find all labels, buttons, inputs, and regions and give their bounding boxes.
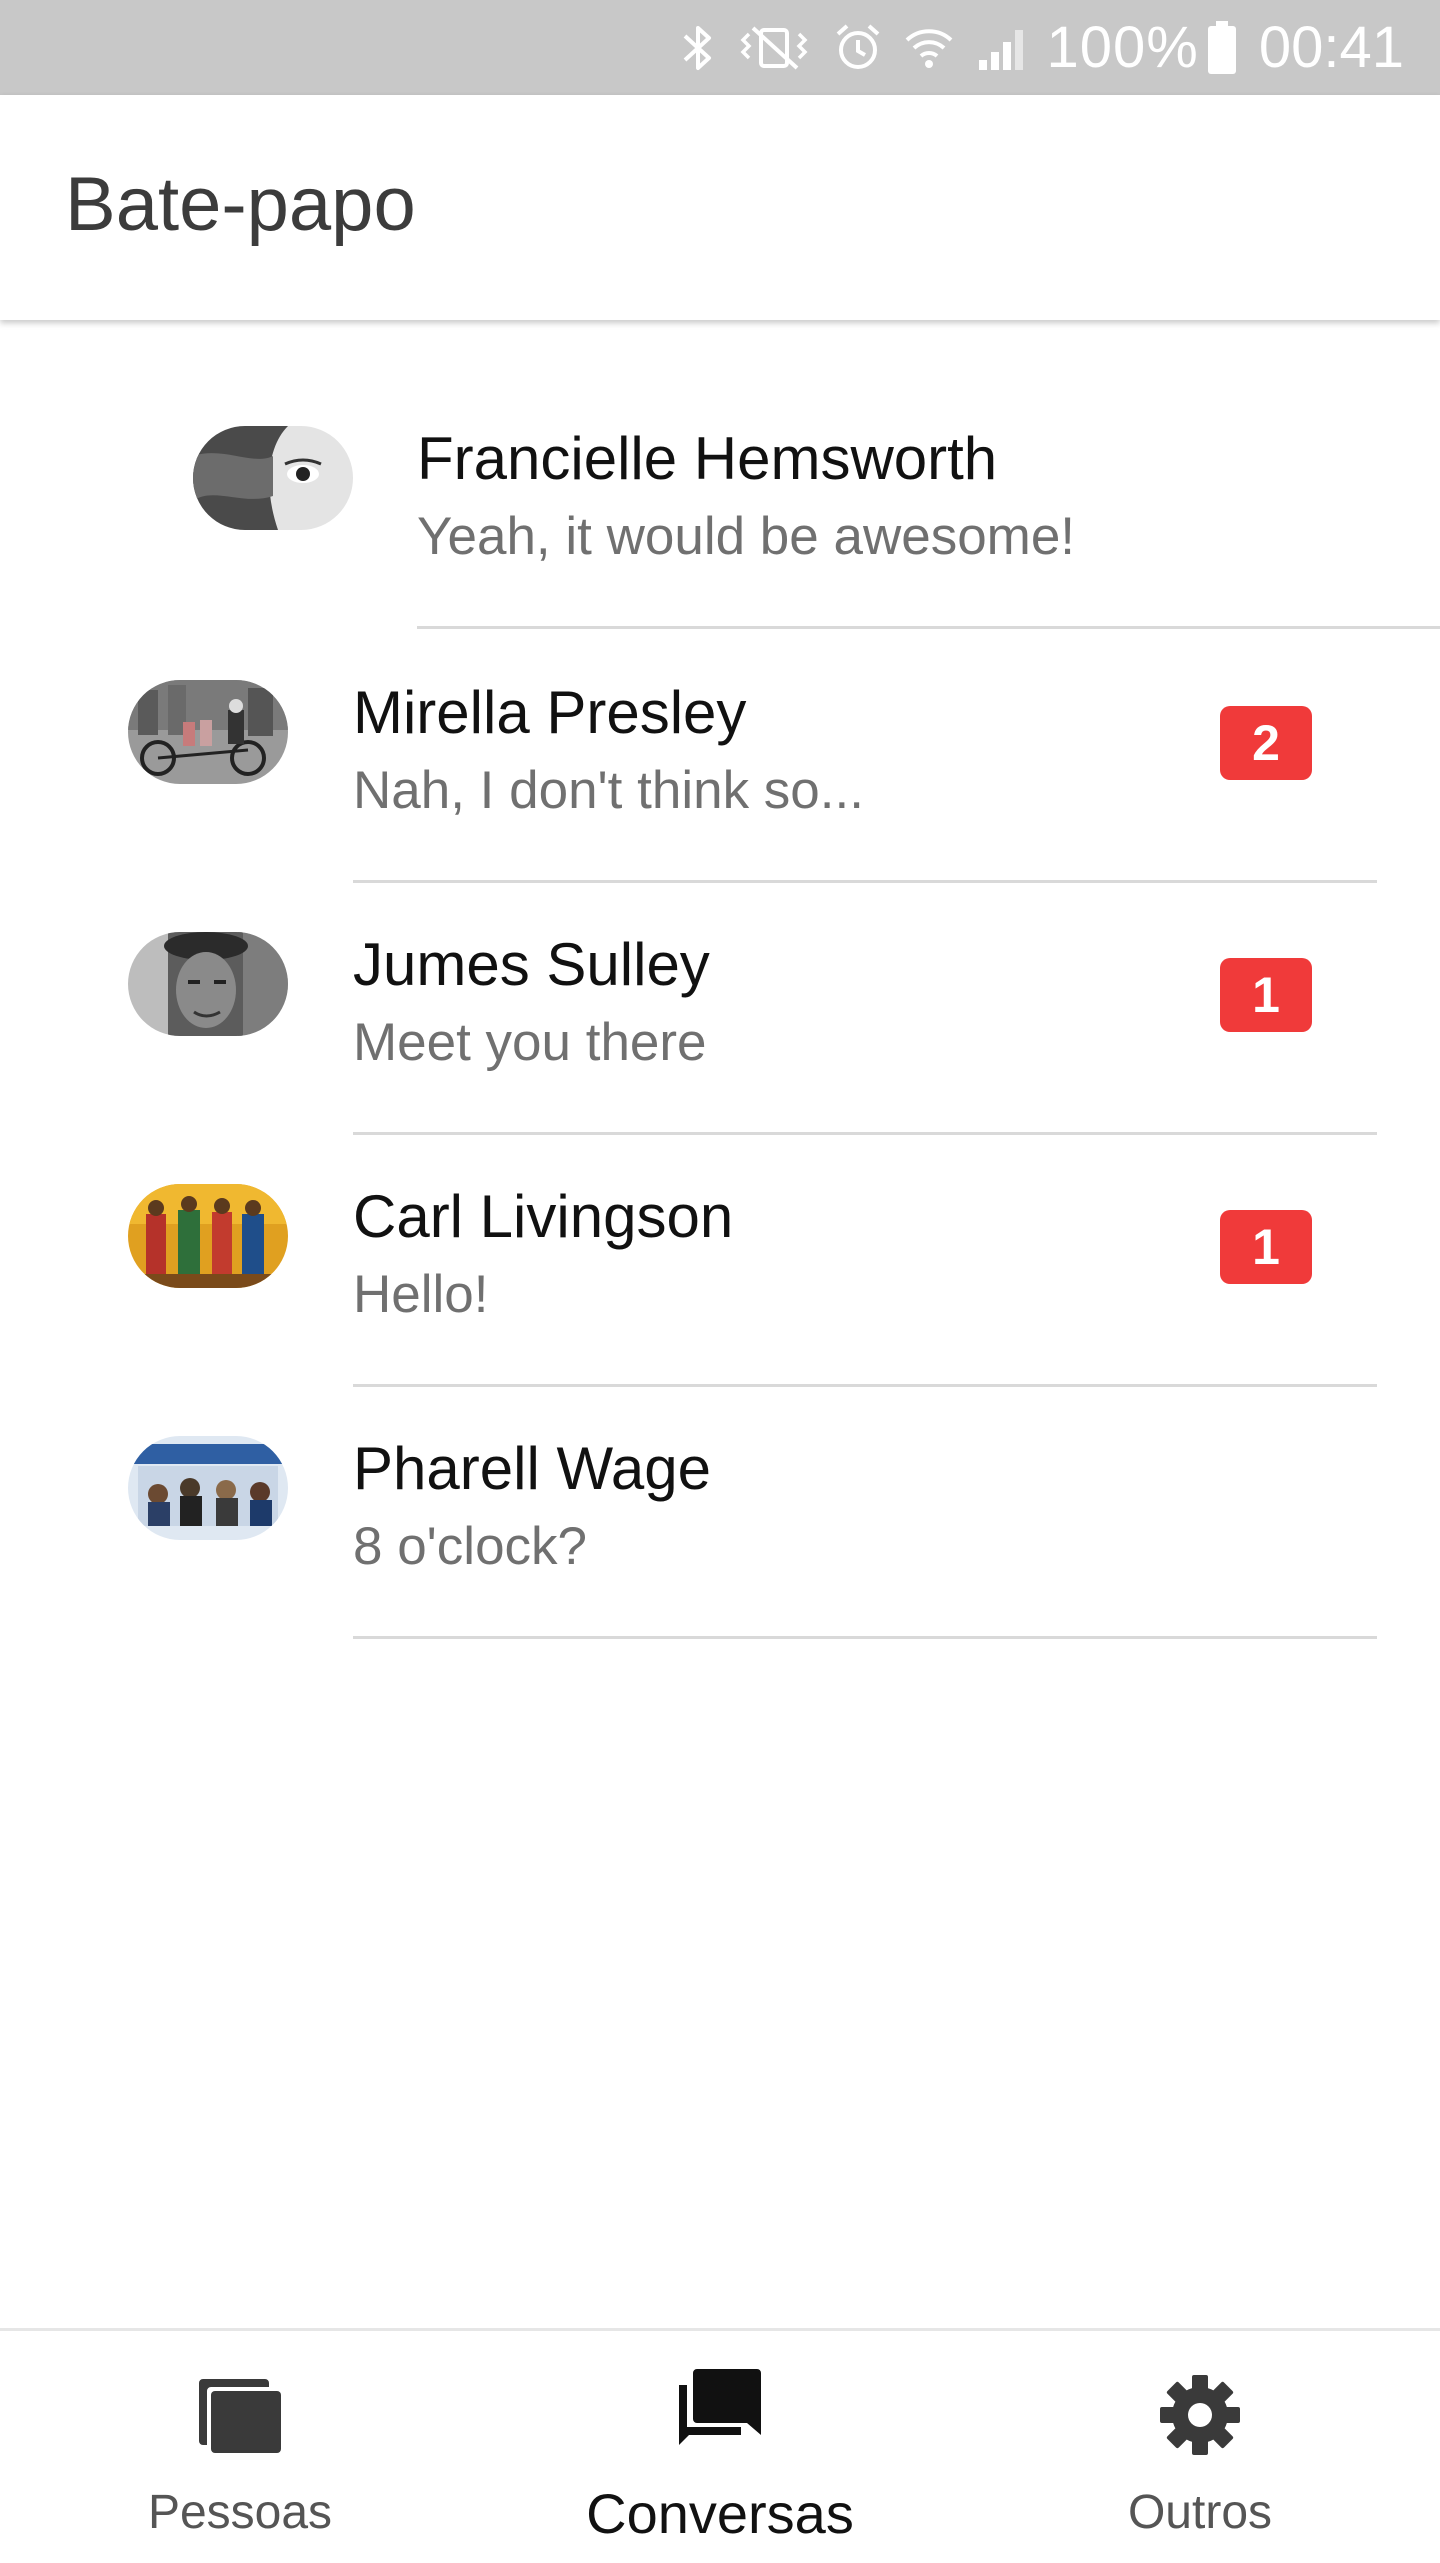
unread-badge: 2 <box>1220 706 1312 780</box>
conversation-name: Carl Livingson <box>353 1183 734 1250</box>
avatar <box>128 932 288 1036</box>
tab-pessoas[interactable]: Pessoas <box>0 2331 480 2563</box>
divider <box>353 1384 1377 1387</box>
wifi-icon <box>905 28 952 68</box>
people-stack-icon <box>199 2379 281 2453</box>
conversation-preview: Nah, I don't think so... <box>353 761 864 820</box>
page-title: Bate-papo <box>65 162 416 247</box>
divider <box>353 1636 1377 1639</box>
status-icons <box>681 22 1029 74</box>
conversation-preview: Meet you there <box>353 1013 707 1072</box>
conversation-name: Francielle Hemsworth <box>417 425 998 492</box>
conversation-item[interactable]: Francielle Hemsworth Yeah, it would be a… <box>0 382 1440 634</box>
battery-percent: 100% <box>1046 15 1199 80</box>
conversation-name: Pharell Wage <box>353 1435 711 1502</box>
battery-icon <box>1207 20 1236 74</box>
unread-badge: 1 <box>1220 958 1312 1032</box>
divider <box>417 626 1440 629</box>
tab-label: Conversas <box>586 2482 854 2545</box>
avatar <box>128 680 288 784</box>
tab-label: Outros <box>1127 2486 1273 2539</box>
battery-indicator: 100% <box>1047 14 1237 81</box>
tab-label: Pessoas <box>147 2486 333 2539</box>
conversation-item[interactable]: Carl Livingson Hello! 1 <box>0 1138 1440 1390</box>
divider <box>353 880 1377 883</box>
tab-outros[interactable]: Outros <box>960 2331 1440 2563</box>
bottom-navigation: Pessoas Conversas Outros <box>0 2328 1440 2560</box>
app-bar: Bate-papo <box>0 95 1440 320</box>
conversation-item[interactable]: Pharell Wage 8 o'clock? <box>0 1390 1440 1642</box>
conversation-preview: 8 o'clock? <box>353 1517 588 1576</box>
status-bar: 100% 00:41 <box>0 0 1440 95</box>
signal-icon <box>978 29 1023 70</box>
divider <box>353 1132 1377 1135</box>
gear-icon <box>1160 2375 1240 2455</box>
bluetooth-icon <box>683 25 711 70</box>
conversation-preview: Yeah, it would be awesome! <box>417 507 1076 566</box>
avatar <box>193 426 353 530</box>
vibrate-icon <box>740 26 807 69</box>
avatar <box>128 1436 288 1540</box>
conversation-preview: Hello! <box>353 1265 489 1324</box>
conversation-name: Jumes Sulley <box>353 931 710 998</box>
alarm-icon <box>836 24 879 69</box>
conversation-name: Mirella Presley <box>353 679 747 746</box>
tab-conversas[interactable]: Conversas <box>480 2331 960 2563</box>
avatar <box>128 1184 288 1288</box>
conversation-item[interactable]: Jumes Sulley Meet you there 1 <box>0 886 1440 1138</box>
status-time: 00:41 <box>1258 15 1404 80</box>
unread-badge: 1 <box>1220 1210 1312 1284</box>
chat-icon <box>679 2369 761 2445</box>
conversation-item[interactable]: Mirella Presley Nah, I don't think so...… <box>0 634 1440 886</box>
